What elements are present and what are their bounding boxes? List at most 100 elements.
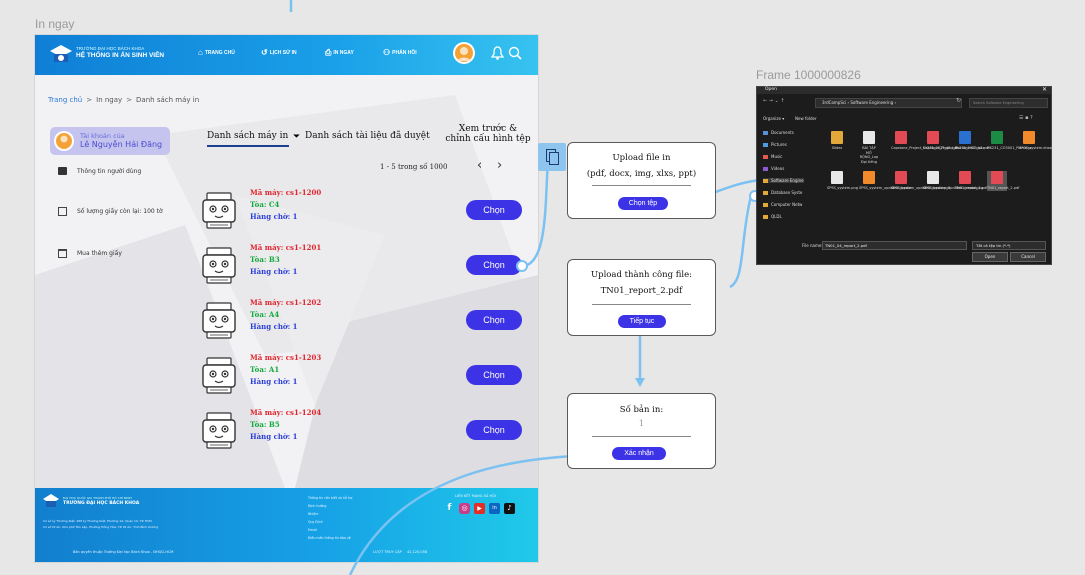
file-icon xyxy=(895,131,907,144)
close-icon[interactable]: ✕ xyxy=(1042,86,1047,93)
file-name: SPSS_system.png xyxy=(827,186,858,190)
nav-pane-label: QLDL xyxy=(771,214,782,219)
nav-pane-item[interactable]: Computer Netw xyxy=(763,202,802,207)
file-item[interactable]: Slides xyxy=(827,131,847,151)
nav-pane-item[interactable]: Videos xyxy=(763,166,784,171)
nav-pane-label: Videos xyxy=(771,166,785,171)
filename-input[interactable]: TN01_04_report_2.pdf xyxy=(822,241,967,250)
dialog-title: Open xyxy=(765,87,778,92)
upload-success-card: Upload thành công file: TN01_report_2.pd… xyxy=(567,259,716,336)
nav-pane-item[interactable]: QLDL xyxy=(763,214,782,219)
file-name: BÀI TẬP MỞ RỘNG_Lop Đại tiếng xyxy=(859,146,879,164)
nav-pane-item[interactable]: Pictures xyxy=(763,142,787,147)
nav-pane-item[interactable]: Documents xyxy=(763,130,794,135)
nav-pane-item[interactable]: Database Syste xyxy=(763,190,802,195)
file-item[interactable]: SPSS_system.drawio xyxy=(1019,131,1056,151)
refresh-icon[interactable]: ↻ xyxy=(956,97,961,104)
file-icon xyxy=(991,131,1003,144)
file-item[interactable]: Capstone_Project_hk231_2023_s2.pdf xyxy=(891,131,958,151)
copies-value[interactable]: 1 xyxy=(568,417,715,432)
file-icon xyxy=(991,171,1003,184)
copies-card: Số bản in: 1 Xác nhận xyxy=(567,393,716,469)
filetype-select[interactable]: Tất cả tệp tin (*.*) xyxy=(972,241,1046,250)
file-name: Capstone_Project_hk231_2023_s3.pdf xyxy=(923,146,990,150)
file-name: Capstone_Project_hk231_2023_s2.pdf xyxy=(891,146,958,150)
upload-formats: (pdf, docx, img, xlxs, ppt) xyxy=(586,169,697,179)
file-icon xyxy=(863,131,875,144)
cancel-button[interactable]: Cancel xyxy=(1010,252,1046,262)
file-name: SPSS_system.drawio xyxy=(1019,146,1056,150)
success-title: Upload thành công file: xyxy=(590,270,693,280)
folder-icon xyxy=(763,142,768,147)
file-icon xyxy=(959,171,971,184)
organize-button[interactable]: Organize ▾ xyxy=(763,116,784,121)
nav-arrows-icon[interactable]: ← → ⌄ ↑ xyxy=(763,98,785,104)
continue-button[interactable]: Tiếp tục xyxy=(618,315,666,328)
nav-pane-label: Music xyxy=(771,154,783,159)
dialog-titlebar: Open ✕ xyxy=(757,86,1051,94)
nav-pane-item[interactable]: Music xyxy=(763,154,782,159)
nav-pane-label: Pictures xyxy=(771,142,787,147)
file-item[interactable]: Document1.docx xyxy=(955,131,985,151)
nav-pane-item[interactable]: Software Engine xyxy=(763,178,804,183)
path-bar[interactable]: 3rdCompSci › Software Engineering › xyxy=(815,98,962,108)
file-name: Document1.docx xyxy=(955,146,985,150)
upload-card: Upload file in (pdf, docx, img, xlxs, pp… xyxy=(567,142,716,219)
divider xyxy=(592,185,691,186)
file-icon xyxy=(959,131,971,144)
address-row: ← → ⌄ ↑ 3rdCompSci › Software Engineerin… xyxy=(757,96,1051,109)
file-name: Slides xyxy=(831,146,843,150)
file-item[interactable]: SPSS_system_updated.drawio.png xyxy=(923,171,984,191)
filename-value: TN01_04_report_2.pdf xyxy=(825,243,867,248)
file-icon xyxy=(895,171,907,184)
file-name: SPSS_system_updated.drawio xyxy=(859,186,912,190)
choose-file-button[interactable]: Chọn tệp xyxy=(618,197,668,210)
file-name: TN01_report_2.pdf xyxy=(987,186,1020,190)
filename-label: File name: xyxy=(802,243,823,248)
file-name: HK231_CO3001_Plan.xlsx xyxy=(987,146,1032,150)
file-icon xyxy=(831,131,843,144)
path-text: 3rdCompSci › Software Engineering › xyxy=(822,100,897,105)
file-item[interactable]: BÀI TẬP MỞ RỘNG_Lop Đại tiếng xyxy=(859,131,879,164)
confirm-button[interactable]: Xác nhận xyxy=(612,447,666,460)
nav-pane-label: Database Syste xyxy=(771,190,803,195)
file-item[interactable]: SPSS_system_updated.drawio.pdf xyxy=(891,171,951,191)
file-icon xyxy=(863,171,875,184)
file-icon xyxy=(831,171,843,184)
file-item[interactable]: SPSS_system.png xyxy=(827,171,858,191)
file-icon xyxy=(927,171,939,184)
search-field[interactable]: Search Software Engineering xyxy=(969,98,1048,108)
new-folder-button[interactable]: New folder xyxy=(795,116,817,121)
file-icon xyxy=(927,131,939,144)
file-item[interactable]: Capstone_Project_hk231_2023_s3.pdf xyxy=(923,131,990,151)
divider xyxy=(592,436,691,437)
nav-pane-label: Documents xyxy=(771,130,794,135)
folder-icon xyxy=(763,202,768,207)
file-icon xyxy=(1023,131,1035,144)
file-item[interactable]: TN01_report_1.pdf xyxy=(955,171,988,191)
file-name: SPSS_system_updated.drawio.pdf xyxy=(891,186,951,190)
search-placeholder: Search Software Engineering xyxy=(973,100,1024,105)
file-item[interactable]: TN01_report_2.pdf xyxy=(987,171,1020,191)
folder-icon xyxy=(763,214,768,219)
file-item[interactable]: SPSS_system_updated.drawio xyxy=(859,171,912,191)
folder-icon xyxy=(763,130,768,135)
nav-pane-label: Software Engine xyxy=(771,178,804,183)
upload-title: Upload file in xyxy=(612,153,671,163)
folder-icon xyxy=(763,154,768,159)
open-file-dialog: Open ✕ ← → ⌄ ↑ 3rdCompSci › Software Eng… xyxy=(756,86,1056,265)
copy-icon-back xyxy=(549,152,559,165)
folder-icon xyxy=(763,190,768,195)
success-filename: TN01_report_2.pdf xyxy=(600,286,683,296)
file-item[interactable]: HK231_CO3001_Plan.xlsx xyxy=(987,131,1032,151)
dialog-toolbar: Organize ▾ New folder ☰ ▪ ? xyxy=(757,114,1051,123)
folder-icon xyxy=(763,166,768,171)
file-name: TN01_report_1.pdf xyxy=(955,186,988,190)
open-button[interactable]: Open xyxy=(972,252,1008,262)
view-icon[interactable]: ☰ ▪ ? xyxy=(1019,115,1033,121)
file-name: SPSS_system_updated.drawio.png xyxy=(923,186,984,190)
copies-title: Số bản in: xyxy=(619,405,664,415)
component-icon xyxy=(538,143,566,171)
filetype-value: Tất cả tệp tin (*.*) xyxy=(976,243,1011,248)
folder-icon xyxy=(763,178,768,183)
